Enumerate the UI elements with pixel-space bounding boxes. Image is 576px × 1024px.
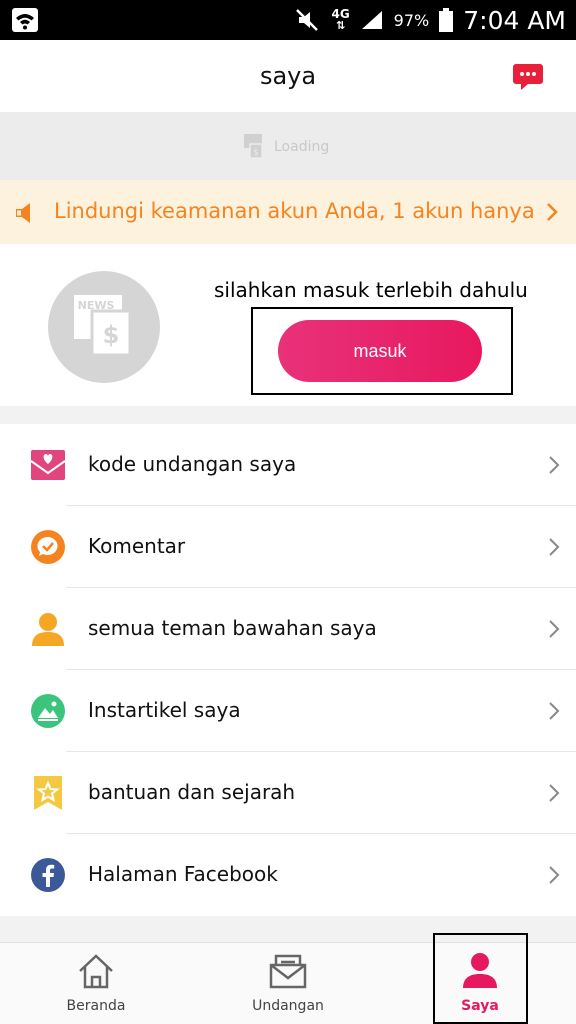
battery-icon xyxy=(439,8,454,32)
page-title: saya xyxy=(259,62,317,90)
chevron-right-icon xyxy=(549,456,560,474)
signal-icon xyxy=(361,11,382,29)
chevron-right-icon xyxy=(547,203,558,221)
speaker-icon xyxy=(16,203,30,223)
tab-label: Undangan xyxy=(252,998,324,1014)
menu-list: kode undangan saya Komentar semua teman … xyxy=(0,424,576,916)
chevron-right-icon xyxy=(549,702,560,720)
menu-label: Halaman Facebook xyxy=(88,862,278,886)
person-icon xyxy=(32,613,64,646)
chevron-right-icon xyxy=(549,866,560,884)
menu-item-facebook[interactable]: Halaman Facebook xyxy=(0,834,576,916)
menu-item-invite-code[interactable]: kode undangan saya xyxy=(0,424,576,506)
news-placeholder-icon: $ xyxy=(244,134,263,159)
app-header: saya xyxy=(0,40,576,112)
menu-label: bantuan dan sejarah xyxy=(88,780,296,804)
menu-label: Instartikel saya xyxy=(88,698,241,722)
user-icon xyxy=(463,953,497,988)
section-divider xyxy=(0,916,576,942)
loading-text: Loading xyxy=(274,139,330,155)
tab-undangan[interactable]: Undangan xyxy=(192,943,384,1024)
mail-icon xyxy=(269,954,307,989)
tab-label: Saya xyxy=(461,998,499,1014)
login-section: NEWS $ silahkan masuk terlebih dahulu ma… xyxy=(0,244,576,406)
star-badge-icon xyxy=(34,776,62,810)
status-bar: 4G ⇅ 97% 7:04 AM xyxy=(0,0,576,40)
login-prompt: silahkan masuk terlebih dahulu xyxy=(214,278,528,302)
svg-text:$: $ xyxy=(253,148,259,158)
tab-beranda[interactable]: Beranda xyxy=(0,943,192,1024)
menu-label: kode undangan saya xyxy=(88,452,297,476)
tab-label: Beranda xyxy=(66,998,126,1014)
security-notice[interactable]: Lindungi keamanan akun Anda, 1 akun hany… xyxy=(0,180,576,244)
invite-envelope-icon xyxy=(30,450,66,480)
battery-percent: 97% xyxy=(393,10,430,30)
wifi-icon xyxy=(12,8,38,32)
news-avatar-icon: NEWS $ xyxy=(74,295,132,357)
ad-banner[interactable]: $ Loading xyxy=(0,112,576,180)
section-divider xyxy=(0,406,576,424)
home-icon xyxy=(79,954,113,989)
svg-text:$: $ xyxy=(103,321,120,349)
chevron-right-icon xyxy=(549,620,560,638)
login-button[interactable]: masuk xyxy=(278,320,482,382)
avatar: NEWS $ xyxy=(48,271,160,383)
image-icon xyxy=(31,694,65,728)
menu-label: semua teman bawahan saya xyxy=(88,616,377,640)
chat-bubble-icon[interactable] xyxy=(512,62,544,92)
comment-icon xyxy=(31,530,65,564)
menu-item-comment[interactable]: Komentar xyxy=(0,506,576,588)
menu-label: Komentar xyxy=(88,534,186,558)
menu-item-friends[interactable]: semua teman bawahan saya xyxy=(0,588,576,670)
network-indicator: 4G ⇅ xyxy=(331,7,350,32)
chevron-right-icon xyxy=(549,538,560,556)
bottom-tab-bar: Beranda Undangan Saya xyxy=(0,942,576,1024)
mute-icon xyxy=(296,9,319,31)
notice-text: Lindungi keamanan akun Anda, 1 akun hany… xyxy=(54,199,535,223)
tab-saya[interactable]: Saya xyxy=(384,943,576,1024)
clock: 7:04 AM xyxy=(463,5,566,35)
menu-item-instartikel[interactable]: Instartikel saya xyxy=(0,670,576,752)
menu-item-help-history[interactable]: bantuan dan sejarah xyxy=(0,752,576,834)
chevron-right-icon xyxy=(549,784,560,802)
facebook-icon xyxy=(31,858,65,892)
